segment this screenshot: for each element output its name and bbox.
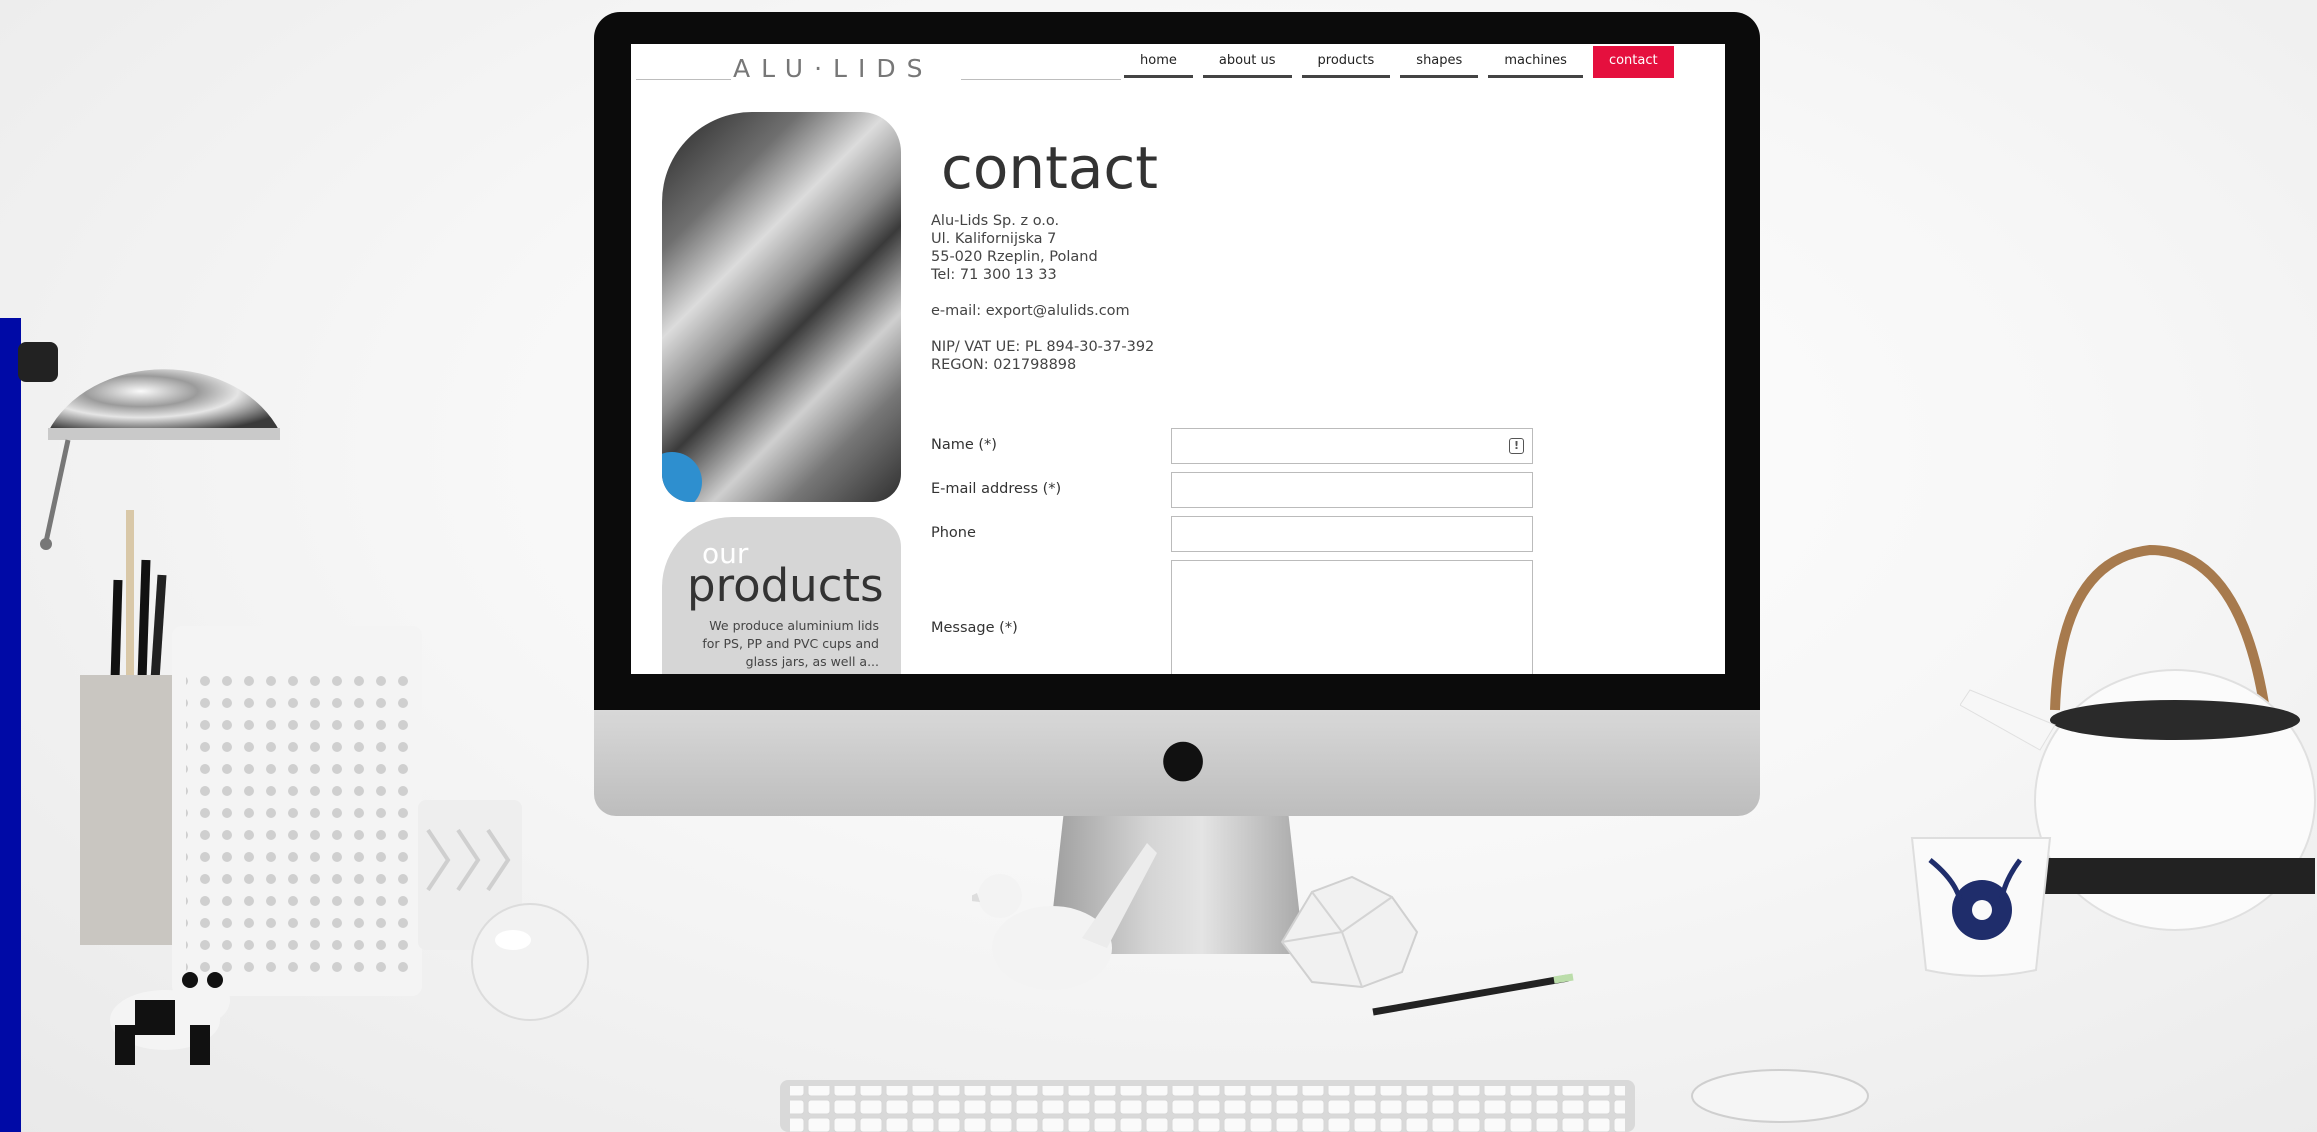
pencil <box>1372 973 1574 1016</box>
nav-shapes[interactable]: shapes <box>1400 46 1479 78</box>
bird-figurine <box>972 843 1157 990</box>
nav-home[interactable]: home <box>1124 46 1193 78</box>
nav-machines[interactable]: machines <box>1488 46 1583 78</box>
apple-logo-icon: ● <box>1160 728 1206 788</box>
address-line: Alu-Lids Sp. z o.o. <box>931 213 1060 229</box>
logo-rule-left <box>636 79 731 80</box>
message-field[interactable] <box>1171 560 1533 674</box>
email-line[interactable]: e-mail: export@alulids.com <box>931 302 1130 320</box>
mouse <box>1691 1069 1869 1123</box>
products-teaser[interactable]: our products We produce aluminium lids f… <box>662 517 901 674</box>
panda-figurine <box>110 972 230 1065</box>
page-title: contact <box>941 134 1159 202</box>
nav-contact[interactable]: contact <box>1592 46 1674 78</box>
keyboard <box>780 1080 1635 1132</box>
address-line: Ul. Kalifornijska 7 <box>931 231 1057 247</box>
nav-products[interactable]: products <box>1301 46 1391 78</box>
message-label: Message (*) <box>931 620 1018 636</box>
name-label: Name (*) <box>931 437 997 453</box>
logo-rule-right <box>961 79 1121 80</box>
email-field[interactable] <box>1171 472 1533 508</box>
phone-label: Phone <box>931 525 976 541</box>
site-logo[interactable]: ALU·LIDS <box>733 54 933 83</box>
autofill-warning-icon: ! <box>1509 438 1524 454</box>
phone-field[interactable] <box>1171 516 1533 552</box>
website-screen: ALU·LIDS home about us products shapes m… <box>631 44 1725 674</box>
glass-ball <box>471 903 589 1021</box>
phone-line: Tel: 71 300 13 33 <box>931 267 1057 283</box>
name-field[interactable]: ! <box>1171 428 1533 464</box>
nav-about-us[interactable]: about us <box>1202 46 1292 78</box>
regon-line: REGON: 021798898 <box>931 357 1077 373</box>
vat-line: NIP/ VAT UE: PL 894-30-37-392 <box>931 339 1155 355</box>
main-nav: home about us products shapes machines c… <box>1124 46 1674 82</box>
perforated-vase <box>172 626 422 996</box>
address-line: 55-020 Rzeplin, Poland <box>931 249 1098 265</box>
pencil-cup <box>80 510 180 945</box>
roller-photo <box>662 112 901 502</box>
floral-cup <box>1910 837 2052 977</box>
products-description: We produce aluminium lids for PS, PP and… <box>702 618 879 669</box>
products-title[interactable]: products <box>687 559 884 612</box>
email-label: E-mail address (*) <box>931 481 1062 497</box>
